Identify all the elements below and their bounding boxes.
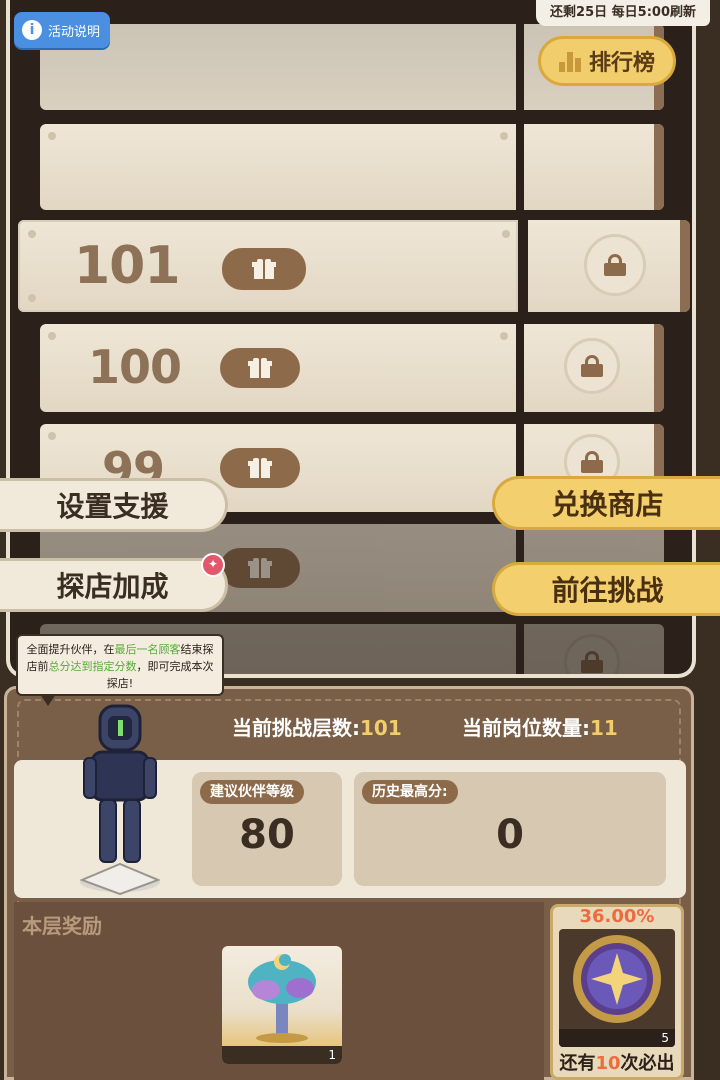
ranking-button[interactable]: 排行榜: [538, 36, 676, 86]
gift-button[interactable]: [222, 248, 306, 290]
pity-prefix: 还有: [559, 1053, 596, 1074]
exchange-shop-label: 兑换商店: [551, 488, 664, 521]
hint-text: 全面提升伙伴，在: [26, 643, 115, 656]
setup-support-label: 设置支援: [56, 490, 169, 523]
pity-counter: 还有10次必出: [549, 1049, 685, 1075]
notification-dot: ✦: [201, 553, 225, 577]
exchange-shop-button[interactable]: 兑换商店: [492, 476, 720, 530]
slot-count-label: 当前岗位数量:: [462, 716, 590, 740]
lock-icon: [581, 651, 603, 673]
slot-count-stat: 当前岗位数量:11: [462, 712, 618, 741]
lock-button[interactable]: [564, 338, 620, 394]
floor-row[interactable]: [40, 124, 664, 210]
best-score-value: 0: [496, 812, 524, 858]
best-score-label: 历史最高分:: [362, 780, 458, 804]
gift-button[interactable]: [220, 348, 300, 388]
go-challenge-label: 前往挑战: [551, 574, 664, 607]
gift-icon: [252, 259, 276, 279]
current-floor-value: 101: [360, 716, 402, 740]
info-icon: i: [22, 20, 42, 40]
bar-chart-icon: [558, 50, 581, 72]
recommended-level-card: 建议伙伴等级 80: [192, 772, 342, 886]
gift-button[interactable]: [220, 448, 300, 488]
activity-info-label: 活动说明: [48, 24, 101, 40]
pity-value: 10: [595, 1053, 621, 1074]
shop-bonus-button[interactable]: 探店加成 ✦: [0, 553, 228, 612]
coin-icon: [573, 935, 661, 1023]
gift-icon: [248, 558, 272, 578]
reward-item[interactable]: 1: [222, 946, 342, 1064]
best-score-card: 历史最高分: 0: [354, 772, 666, 886]
pity-suffix: 次必出: [620, 1053, 675, 1074]
refresh-timer: 还剩25日 每日5:00刷新: [536, 0, 710, 26]
gift-icon: [248, 358, 272, 378]
floor-number: 100: [88, 340, 182, 394]
recommended-level-label: 建议伙伴等级: [200, 780, 304, 804]
recommended-level-value: 80: [239, 812, 295, 858]
robot-character: [79, 704, 161, 896]
reward-item-count: 1: [222, 1046, 342, 1064]
lock-button[interactable]: [584, 234, 646, 296]
lock-icon: [581, 451, 603, 473]
activity-info-button[interactable]: i 活动说明: [14, 12, 110, 48]
hint-highlight: 最后一名顾客: [114, 643, 181, 656]
lock-icon: [604, 254, 626, 276]
guaranteed-count: 5: [559, 1029, 675, 1047]
slot-count-value: 11: [590, 716, 618, 740]
setup-support-button[interactable]: 设置支援: [0, 478, 228, 532]
gift-button[interactable]: [220, 548, 300, 588]
tree-icon: [248, 954, 316, 1043]
floor-number: 101: [74, 236, 181, 296]
floor-row-current[interactable]: 101: [18, 220, 690, 312]
shop-bonus-label: 探店加成: [56, 570, 169, 603]
reward-title: 本层奖励: [22, 914, 102, 938]
current-floor-stat: 当前挑战层数:101: [232, 712, 402, 741]
hint-bubble: 全面提升伙伴，在最后一名顾客结束探店前总分达到指定分数，即可完成本次探店!: [16, 634, 224, 706]
lock-icon: [581, 355, 603, 377]
guaranteed-reward[interactable]: 36.00% 5 还有10次必出: [550, 904, 684, 1080]
go-challenge-button[interactable]: 前往挑战: [492, 562, 720, 616]
drop-rate: 36.00%: [579, 906, 655, 927]
current-floor-label: 当前挑战层数:: [232, 716, 360, 740]
hint-highlight: 总分达到指定分数: [48, 660, 137, 673]
ranking-label: 排行榜: [588, 51, 655, 76]
floor-row[interactable]: 100: [40, 324, 664, 412]
gift-icon: [248, 458, 272, 478]
